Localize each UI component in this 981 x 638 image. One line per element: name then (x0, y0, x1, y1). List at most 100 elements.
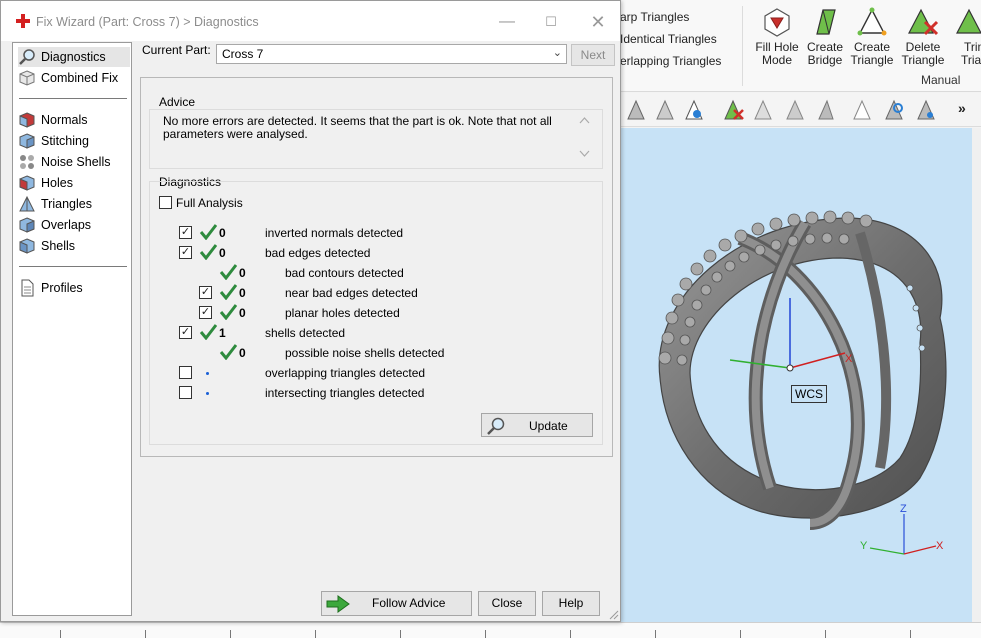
dialog-title: Fix Wizard (Part: Cross 7) > Diagnostics (36, 15, 259, 29)
row-checkbox[interactable]: ✓ (199, 306, 212, 319)
row-count: 0 (239, 346, 246, 360)
full-analysis-checkbox[interactable] (159, 196, 172, 209)
row-checkbox[interactable]: ✓ (199, 286, 212, 299)
create-bridge-icon (816, 9, 836, 35)
follow-advice-button[interactable]: Follow Advice (321, 591, 472, 616)
row-checkbox[interactable] (179, 366, 192, 379)
row-count: 1 (219, 326, 226, 340)
current-part-value: Cross 7 (222, 47, 264, 61)
ribbon-list-item[interactable]: Identical Triangles (620, 32, 717, 46)
triangle-tool-icon[interactable] (813, 99, 837, 121)
row-label: intersecting triangles detected (265, 386, 425, 400)
document-icon (21, 279, 34, 297)
ribbon-list-item[interactable]: arp Triangles (620, 10, 689, 24)
triangle-show-icon[interactable] (850, 99, 874, 121)
maximize-button[interactable]: ☐ (536, 9, 566, 35)
triangle-select-icon[interactable] (682, 99, 706, 121)
resize-grip-icon[interactable] (607, 608, 619, 620)
nav-item-noise-shells[interactable]: Noise Shells (18, 152, 130, 172)
trim-triangle-icon (956, 8, 981, 34)
window-close-button[interactable]: ✕ (583, 9, 613, 35)
nav-item-label: Stitching (41, 134, 89, 148)
create-triangle-icon (857, 7, 887, 36)
create-bridge-button[interactable]: Create Bridge (799, 6, 851, 67)
triangle-tool-icon[interactable] (783, 99, 807, 121)
chevron-down-icon: ⌄ (552, 47, 562, 59)
advice-text: No more errors are detected. It seems th… (163, 115, 563, 141)
update-button[interactable]: Update (481, 413, 593, 437)
ribbon-button-label: Mode (761, 53, 793, 67)
axis-y-label: Y (860, 540, 868, 552)
close-button[interactable]: Close (478, 591, 536, 616)
fix-wizard-dialog: Fix Wizard (Part: Cross 7) > Diagnostics… (0, 0, 621, 622)
3d-viewport[interactable]: WCS X Z X Y (620, 128, 972, 622)
delete-triangle-button[interactable]: Delete Triangle (897, 6, 949, 67)
nav-item-normals[interactable]: Normals (18, 110, 130, 130)
green-check-icon (199, 324, 217, 340)
nav-item-diagnostics[interactable]: Diagnostics (18, 47, 130, 67)
row-count: 0 (239, 266, 246, 280)
row-label: overlapping triangles detected (265, 366, 426, 380)
advice-group-title: Advice (159, 95, 196, 109)
nav-item-label: Holes (41, 176, 73, 190)
wcs-axis-x-label: X (845, 353, 853, 365)
nav-item-combined-fix[interactable]: Combined Fix (18, 68, 130, 88)
row-label: bad contours detected (285, 266, 404, 280)
minimize-button[interactable]: — (492, 9, 522, 35)
nav-separator (19, 98, 127, 99)
ring-model (658, 210, 947, 555)
next-button[interactable]: Next (571, 44, 615, 66)
row-checkbox[interactable]: ✓ (179, 326, 192, 339)
nav-item-stitching[interactable]: Stitching (18, 131, 130, 151)
trim-triangle-button[interactable]: Trim Triang (949, 6, 981, 67)
triangle-delete-icon[interactable] (721, 99, 745, 121)
advice-scrollbar[interactable] (576, 114, 593, 160)
fill-hole-mode-button[interactable]: Fill Hole Mode (751, 6, 803, 67)
magnifier-icon (19, 49, 35, 65)
dialog-titlebar[interactable]: Fix Wizard (Part: Cross 7) > Diagnostics… (1, 1, 620, 41)
ribbon-button-label: Triang (961, 53, 981, 67)
create-triangle-button[interactable]: Create Triangle (846, 6, 898, 67)
nav-item-label: Combined Fix (41, 71, 119, 85)
row-count: 0 (219, 246, 226, 260)
row-checkbox[interactable]: ✓ (179, 226, 192, 239)
nav-item-triangles[interactable]: Triangles (18, 194, 130, 214)
full-analysis-label: Full Analysis (176, 196, 243, 210)
nav-item-label: Profiles (41, 281, 83, 295)
row-label: bad edges detected (265, 246, 371, 260)
overlaps-icon (19, 217, 35, 233)
ribbon-list-item[interactable]: erlapping Triangles (620, 54, 721, 68)
fill-hole-icon (764, 8, 790, 37)
nav-item-profiles[interactable]: Profiles (18, 278, 130, 298)
toolbar-overflow-button[interactable]: » (958, 100, 966, 116)
update-button-label: Update (529, 419, 568, 433)
panel-edge (972, 128, 981, 622)
nav-item-label: Normals (41, 113, 88, 127)
ribbon-button-label: Triangle (901, 53, 945, 67)
nav-item-shells[interactable]: Shells (18, 236, 130, 256)
holes-cube-icon (19, 175, 35, 191)
not-run-dot-icon (206, 392, 209, 395)
row-checkbox[interactable]: ✓ (179, 246, 192, 259)
follow-advice-label: Follow Advice (372, 596, 446, 610)
triangle-view-icon[interactable] (914, 99, 938, 121)
current-part-select[interactable]: Cross 7 ⌄ (216, 44, 567, 64)
triangle-tool-icon[interactable] (624, 99, 648, 121)
nav-item-holes[interactable]: Holes (18, 173, 130, 193)
triangle-rotate-icon[interactable] (882, 99, 906, 121)
row-checkbox[interactable] (179, 386, 192, 399)
green-arrow-icon (326, 595, 350, 613)
noise-shells-icon (20, 155, 34, 169)
nav-item-label: Noise Shells (41, 155, 111, 169)
row-count: 0 (239, 286, 246, 300)
row-label: planar holes detected (285, 306, 400, 320)
help-button[interactable]: Help (542, 591, 600, 616)
ribbon-button-label: Triangle (850, 53, 894, 67)
wizard-nav: Diagnostics Combined Fix Normals Stitchi… (12, 42, 132, 616)
axis-x-label: X (936, 540, 944, 552)
triangle-tool-icon[interactable] (751, 99, 775, 121)
magnifier-icon (487, 417, 505, 435)
triangle-tool-icon[interactable] (653, 99, 677, 121)
ribbon-separator (742, 6, 743, 86)
nav-item-overlaps[interactable]: Overlaps (18, 215, 130, 235)
